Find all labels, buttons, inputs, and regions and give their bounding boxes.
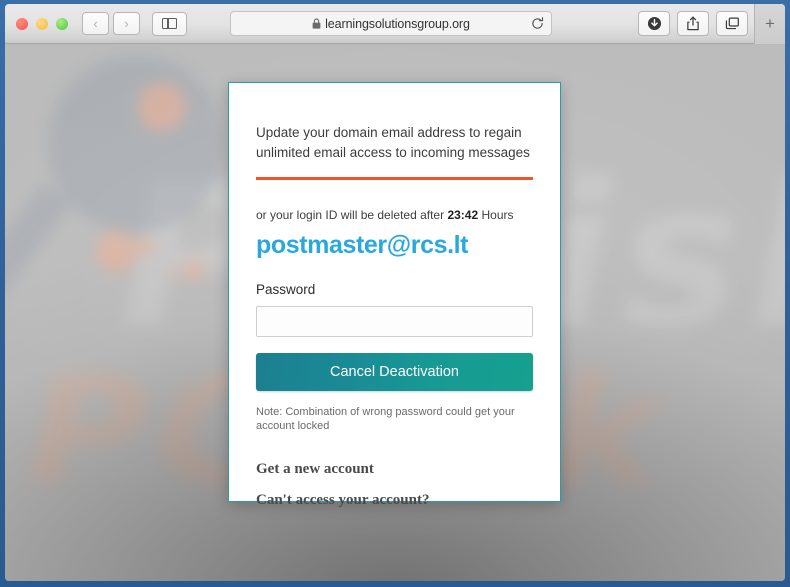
magnifier-lens-icon [47, 55, 225, 233]
email-address-display: postmaster@rcs.lt [256, 231, 469, 259]
logo-dot [138, 83, 186, 131]
browser-toolbar: ‹ › learningsolutionsgroup.org + [5, 4, 785, 44]
cancel-deactivation-button[interactable]: Cancel Deactivation [256, 353, 533, 391]
back-button[interactable]: ‹ [82, 12, 109, 35]
account-links: Get a new account Can't access your acco… [256, 461, 533, 509]
warning-prefix: or your login ID will be deleted after [256, 208, 448, 222]
sidebar-icon [162, 17, 177, 30]
chevron-right-icon: › [124, 16, 129, 31]
toolbar-right-buttons [638, 11, 748, 36]
tab-overview-button[interactable] [716, 11, 748, 36]
navigation-buttons: ‹ › [82, 12, 140, 35]
reload-icon [531, 17, 543, 29]
logo-dot [168, 272, 178, 282]
address-bar-content: learningsolutionsgroup.org [312, 17, 470, 31]
card-headline: Update your domain email address to rega… [256, 125, 530, 160]
chevron-left-icon: ‹ [93, 16, 98, 31]
downloads-button[interactable] [638, 11, 670, 36]
page-viewport: PCrisk PCrisk Update your domain email a… [5, 45, 785, 581]
orange-divider [256, 177, 533, 180]
close-window-button[interactable] [16, 17, 28, 30]
magnifier-handle-icon [5, 182, 73, 300]
share-button[interactable] [677, 11, 709, 36]
warning-countdown: 23:42 [447, 208, 479, 222]
lock-icon [312, 18, 321, 29]
logo-dot [183, 260, 204, 281]
browser-window: ‹ › learningsolutionsgroup.org + Update … [0, 0, 790, 587]
get-new-account-link[interactable]: Get a new account [256, 461, 533, 478]
plus-icon: + [765, 14, 775, 33]
deletion-warning: or your login ID will be deleted after 2… [256, 208, 533, 222]
warning-suffix: Hours [478, 208, 514, 222]
window-inner: ‹ › learningsolutionsgroup.org + Update … [5, 4, 785, 581]
sidebar-toggle-button[interactable] [152, 11, 187, 36]
address-bar[interactable]: learningsolutionsgroup.org [230, 11, 552, 36]
window-controls [16, 17, 68, 30]
downloads-icon [647, 16, 661, 31]
password-input[interactable] [256, 306, 533, 337]
share-icon [687, 16, 699, 31]
maximize-window-button[interactable] [56, 17, 68, 30]
warning-note: Note: Combination of wrong password coul… [256, 406, 515, 432]
logo-dot [96, 231, 137, 272]
logo-dot [138, 238, 155, 255]
address-bar-url: learningsolutionsgroup.org [325, 16, 470, 31]
phishing-form-card: Update your domain email address to rega… [228, 82, 561, 508]
minimize-window-button[interactable] [36, 17, 48, 30]
cant-access-account-link[interactable]: Can't access your account? [256, 492, 533, 509]
forward-button[interactable]: › [113, 12, 140, 35]
new-tab-button[interactable]: + [754, 4, 785, 44]
tab-overview-icon [725, 17, 739, 29]
password-label: Password [256, 282, 316, 297]
reload-button[interactable] [530, 17, 544, 31]
